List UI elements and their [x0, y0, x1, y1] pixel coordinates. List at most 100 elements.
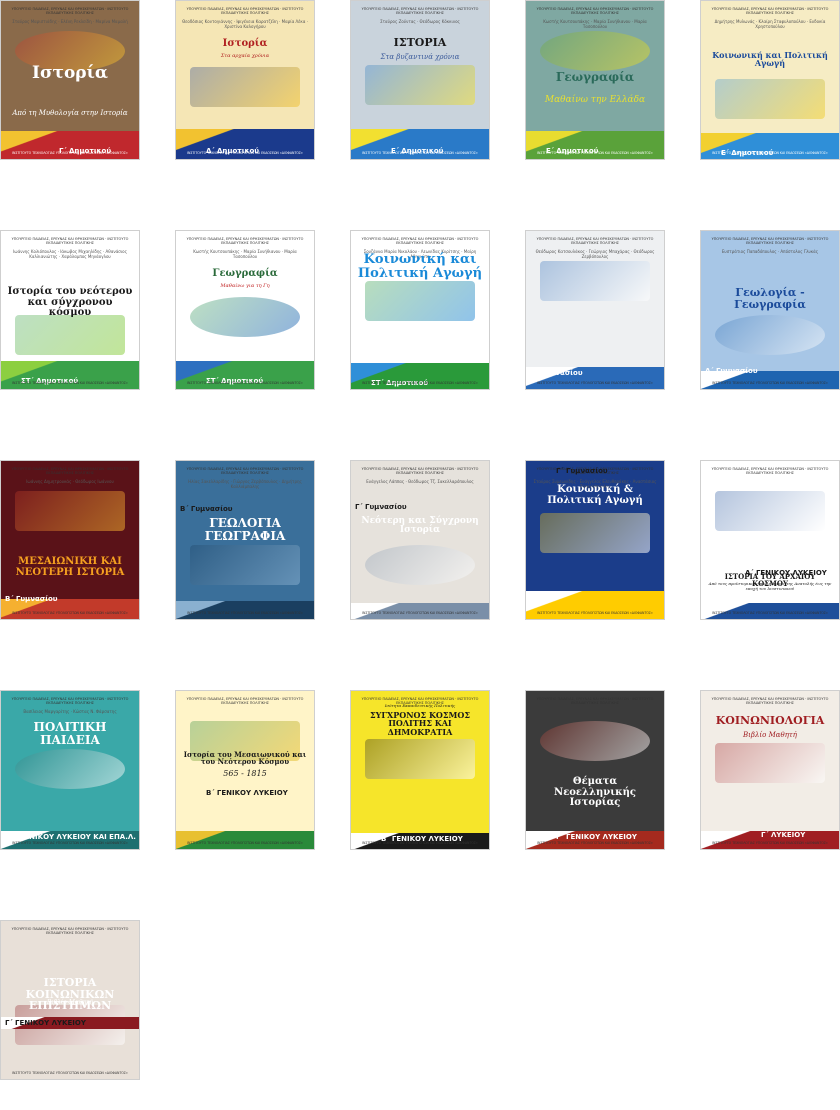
- book-cover[interactable]: ΥΠΟΥΡΓΕΙΟ ΠΑΙΔΕΙΑΣ, ΕΡΕΥΝΑΣ ΚΑΙ ΘΡΗΣΚΕΥΜ…: [175, 690, 315, 850]
- grade-band: [526, 131, 664, 159]
- publisher-header: ΥΠΟΥΡΓΕΙΟ ΠΑΙΔΕΙΑΣ, ΕΡΕΥΝΑΣ ΚΑΙ ΘΡΗΣΚΕΥΜ…: [11, 697, 129, 705]
- book-authors: Σταύρος Ζούντας · Θεόδωρος Κόκκινος: [380, 19, 460, 24]
- book-authors: Ιωάννης Δημητρουκάς · Θεόδωρος Ιωάννου: [26, 479, 114, 484]
- book-cover[interactable]: ΥΠΟΥΡΓΕΙΟ ΠΑΙΔΕΙΑΣ, ΕΡΕΥΝΑΣ ΚΑΙ ΘΡΗΣΚΕΥΜ…: [0, 920, 140, 1080]
- book-authors: Ευστράτιος Παπαδόπουλος · Απόστολος Γλυκ…: [721, 249, 819, 254]
- book-cover[interactable]: ΥΠΟΥΡΓΕΙΟ ΠΑΙΔΕΙΑΣ, ΕΡΕΥΝΑΣ ΚΑΙ ΘΡΗΣΚΕΥΜ…: [175, 0, 315, 160]
- grade-label: Α΄ ΓΕΝΙΚΟΥ ΛΥΚΕΙΟΥ ΚΑΙ ΕΠΑ.Λ.: [9, 833, 136, 841]
- book-subtitle: Βιβλίο Μαθητή: [743, 731, 797, 739]
- book-title: Ιστορία: [32, 63, 108, 83]
- publisher-header: ΥΠΟΥΡΓΕΙΟ ΠΑΙΔΕΙΑΣ, ΕΡΕΥΝΑΣ ΚΑΙ ΘΡΗΣΚΕΥΜ…: [186, 237, 304, 245]
- grade-label: Α΄ ΓΕΝΙΚΟΥ ΛΥΚΕΙΟΥ: [745, 569, 827, 577]
- book-title: Κοινωνική και Πολιτική Αγωγή: [357, 252, 483, 281]
- grade-label: Γ΄ ΓΕΝΙΚΟΥ ΛΥΚΕΙΟΥ: [556, 833, 637, 841]
- book-title: ΚΟΙΝΩΝΙΟΛΟΓΙΑ: [715, 714, 825, 727]
- grade-band: [351, 129, 489, 159]
- book-subtitle: Ισότητα Εκπαιδευτικής Πολιτικής: [384, 703, 456, 708]
- book-subtitle: Μαθαίνω την Ελλάδα: [544, 95, 646, 105]
- book-title: ΙΣΤΟΡΙΑ: [393, 36, 447, 49]
- book-cover[interactable]: ΥΠΟΥΡΓΕΙΟ ΠΑΙΔΕΙΑΣ, ΕΡΕΥΝΑΣ ΚΑΙ ΘΡΗΣΚΕΥΜ…: [0, 230, 140, 390]
- cover-illustration: [15, 491, 125, 531]
- book-subtitle: Στα αρχαία χρόνια: [220, 53, 270, 59]
- book-cover[interactable]: ΥΠΟΥΡΓΕΙΟ ΠΑΙΔΕΙΑΣ, ΕΡΕΥΝΑΣ ΚΑΙ ΘΡΗΣΚΕΥΜ…: [350, 230, 490, 390]
- book-cover[interactable]: ΥΠΟΥΡΓΕΙΟ ΠΑΙΔΕΙΑΣ, ΕΡΕΥΝΑΣ ΚΑΙ ΘΡΗΣΚΕΥΜ…: [700, 230, 840, 390]
- book-cover[interactable]: ΥΠΟΥΡΓΕΙΟ ΠΑΙΔΕΙΑΣ, ΕΡΕΥΝΑΣ ΚΑΙ ΘΡΗΣΚΕΥΜ…: [525, 460, 665, 620]
- cover-illustration: [190, 67, 300, 107]
- publisher-footer: ΙΝΣΤΙΤΟΥΤΟ ΤΕΧΝΟΛΟΓΙΑΣ ΥΠΟΛΟΓΙΣΤΩΝ ΚΑΙ Ε…: [712, 841, 828, 845]
- grade-band: [176, 361, 314, 389]
- book-title: Κοινωνική και Πολιτική Αγωγή: [712, 50, 828, 69]
- book-authors: Ευάγγελος Λάππας · Θεόδωρος Τζ. Σακελλαρ…: [366, 479, 474, 484]
- book-cover[interactable]: ΥΠΟΥΡΓΕΙΟ ΠΑΙΔΕΙΑΣ, ΕΡΕΥΝΑΣ ΚΑΙ ΘΡΗΣΚΕΥΜ…: [700, 690, 840, 850]
- book-title: ΜΕΣΑΙΩΝΙΚΗ ΚΑΙ ΝΕΟΤΕΡΗ ΙΣΤΟΡΙΑ: [15, 556, 125, 578]
- publisher-header: ΥΠΟΥΡΓΕΙΟ ΠΑΙΔΕΙΑΣ, ΕΡΕΥΝΑΣ ΚΑΙ ΘΡΗΣΚΕΥΜ…: [711, 467, 829, 475]
- book-authors: Βασίλειος Μαργαρίτης · Κώστας Ν. Φάρσατη…: [23, 709, 117, 714]
- publisher-header: ΥΠΟΥΡΓΕΙΟ ΠΑΙΔΕΙΑΣ, ΕΡΕΥΝΑΣ ΚΑΙ ΘΡΗΣΚΕΥΜ…: [361, 237, 479, 245]
- cover-illustration: [540, 31, 650, 71]
- grade-label: Β΄ Γυμνασίου: [5, 595, 58, 603]
- publisher-header: ΥΠΟΥΡΓΕΙΟ ΠΑΙΔΕΙΑΣ, ΕΡΕΥΝΑΣ ΚΑΙ ΘΡΗΣΚΕΥΜ…: [711, 237, 829, 245]
- book-title: Γεωλογία - Γεωγραφία: [734, 286, 806, 311]
- book-cover[interactable]: ΥΠΟΥΡΓΕΙΟ ΠΑΙΔΕΙΑΣ, ΕΡΕΥΝΑΣ ΚΑΙ ΘΡΗΣΚΕΥΜ…: [0, 690, 140, 850]
- book-subtitle: 565 - 1815: [223, 769, 267, 778]
- publisher-footer: ΙΝΣΤΙΤΟΥΤΟ ΤΕΧΝΟΛΟΓΙΑΣ ΥΠΟΛΟΓΙΣΤΩΝ ΚΑΙ Ε…: [362, 151, 478, 155]
- publisher-header: ΥΠΟΥΡΓΕΙΟ ΠΑΙΔΕΙΑΣ, ΕΡΕΥΝΑΣ ΚΑΙ ΘΡΗΣΚΕΥΜ…: [186, 467, 304, 475]
- cover-illustration: [540, 261, 650, 301]
- publisher-header: ΥΠΟΥΡΓΕΙΟ ΠΑΙΔΕΙΑΣ, ΕΡΕΥΝΑΣ ΚΑΙ ΘΡΗΣΚΕΥΜ…: [536, 237, 654, 245]
- book-title: ΣΥΓΧΡΟΝΟΣ ΚΟΣΜΟΣ ΠΟΛΙΤΗΣ ΚΑΙ ΔΗΜΟΚΡΑΤΙΑ: [369, 710, 471, 737]
- book-cover[interactable]: ΥΠΟΥΡΓΕΙΟ ΠΑΙΔΕΙΑΣ, ΕΡΕΥΝΑΣ ΚΑΙ ΘΡΗΣΚΕΥΜ…: [175, 460, 315, 620]
- book-title: Νεότερη και Σύγχρονη Ιστορία: [361, 516, 479, 536]
- publisher-footer: ΙΝΣΤΙΤΟΥΤΟ ΤΕΧΝΟΛΟΓΙΑΣ ΥΠΟΛΟΓΙΣΤΩΝ ΚΑΙ Ε…: [712, 381, 828, 385]
- grade-label: Α΄ Γυμνασίου: [530, 369, 583, 377]
- cover-illustration: [190, 545, 300, 585]
- publisher-header: ΥΠΟΥΡΓΕΙΟ ΠΑΙΔΕΙΑΣ, ΕΡΕΥΝΑΣ ΚΑΙ ΘΡΗΣΚΕΥΜ…: [186, 7, 304, 15]
- publisher-header: ΥΠΟΥΡΓΕΙΟ ΠΑΙΔΕΙΑΣ, ΕΡΕΥΝΑΣ ΚΑΙ ΘΡΗΣΚΕΥΜ…: [711, 697, 829, 705]
- grade-label: Γ΄ ΓΕΝΙΚΟΥ ΛΥΚΕΙΟΥ: [5, 1019, 86, 1027]
- publisher-header: ΥΠΟΥΡΓΕΙΟ ΠΑΙΔΕΙΑΣ, ΕΡΕΥΝΑΣ ΚΑΙ ΘΡΗΣΚΕΥΜ…: [536, 697, 654, 705]
- book-authors: Κωστής Κουτσουπάκης · Μαρία Συνήθιανου ·…: [193, 249, 297, 259]
- book-cover[interactable]: ΥΠΟΥΡΓΕΙΟ ΠΑΙΔΕΙΑΣ, ΕΡΕΥΝΑΣ ΚΑΙ ΘΡΗΣΚΕΥΜ…: [350, 0, 490, 160]
- book-title: ΙΣΤΟΡΙΑ ΚΟΙΝΩΝΙΚΩΝ ΕΠΙΣΤΗΜΩΝ: [25, 976, 115, 1013]
- publisher-footer: ΙΝΣΤΙΤΟΥΤΟ ΤΕΧΝΟΛΟΓΙΑΣ ΥΠΟΛΟΓΙΣΤΩΝ ΚΑΙ Ε…: [362, 611, 478, 615]
- publisher-footer: ΙΝΣΤΙΤΟΥΤΟ ΤΕΧΝΟΛΟΓΙΑΣ ΥΠΟΛΟΓΙΣΤΩΝ ΚΑΙ Ε…: [537, 381, 653, 385]
- publisher-footer: ΙΝΣΤΙΤΟΥΤΟ ΤΕΧΝΟΛΟΓΙΑΣ ΥΠΟΛΟΓΙΣΤΩΝ ΚΑΙ Ε…: [12, 151, 128, 155]
- cover-illustration: [715, 743, 825, 783]
- publisher-header: ΥΠΟΥΡΓΕΙΟ ΠΑΙΔΕΙΑΣ, ΕΡΕΥΝΑΣ ΚΑΙ ΘΡΗΣΚΕΥΜ…: [11, 237, 129, 245]
- publisher-footer: ΙΝΣΤΙΤΟΥΤΟ ΤΕΧΝΟΛΟΓΙΑΣ ΥΠΟΛΟΓΙΣΤΩΝ ΚΑΙ Ε…: [187, 151, 303, 155]
- book-authors: Σταύρος Μαριστιάδης · Ελένη Ρεκλείδη · Μ…: [12, 19, 128, 24]
- book-cover[interactable]: ΥΠΟΥΡΓΕΙΟ ΠΑΙΔΕΙΑΣ, ΕΡΕΥΝΑΣ ΚΑΙ ΘΡΗΣΚΕΥΜ…: [525, 230, 665, 390]
- publisher-footer: ΙΝΣΤΙΤΟΥΤΟ ΤΕΧΝΟΛΟΓΙΑΣ ΥΠΟΛΟΓΙΣΤΩΝ ΚΑΙ Ε…: [12, 381, 128, 385]
- book-cover[interactable]: ΥΠΟΥΡΓΕΙΟ ΠΑΙΔΕΙΑΣ, ΕΡΕΥΝΑΣ ΚΑΙ ΘΡΗΣΚΕΥΜ…: [0, 0, 140, 160]
- book-cover[interactable]: ΥΠΟΥΡΓΕΙΟ ΠΑΙΔΕΙΑΣ, ΕΡΕΥΝΑΣ ΚΑΙ ΘΡΗΣΚΕΥΜ…: [350, 460, 490, 620]
- book-cover[interactable]: ΥΠΟΥΡΓΕΙΟ ΠΑΙΔΕΙΑΣ, ΕΡΕΥΝΑΣ ΚΑΙ ΘΡΗΣΚΕΥΜ…: [525, 690, 665, 850]
- cover-illustration: [15, 749, 125, 789]
- cover-illustration: [365, 65, 475, 105]
- cover-illustration: [540, 513, 650, 553]
- book-authors: Ηλίας Σακελλαρίδης · Γιώργος Ζερβόπουλος…: [188, 479, 302, 489]
- cover-illustration: [365, 739, 475, 779]
- book-authors: Ιωάννης Κολιόπουλος · Ιάκωβος Μιχαηλίδης…: [13, 249, 127, 259]
- grade-label: Γ΄ Γυμνασίου: [556, 467, 608, 475]
- book-title: Γεωγραφία: [212, 268, 278, 279]
- grade-label: Γ΄ ΛΥΚΕΙΟΥ: [761, 831, 806, 839]
- publisher-footer: ΙΝΣΤΙΤΟΥΤΟ ΤΕΧΝΟΛΟΓΙΑΣ ΥΠΟΛΟΓΙΣΤΩΝ ΚΑΙ Ε…: [187, 841, 303, 845]
- grade-band: [526, 591, 664, 619]
- book-cover[interactable]: ΥΠΟΥΡΓΕΙΟ ΠΑΙΔΕΙΑΣ, ΕΡΕΥΝΑΣ ΚΑΙ ΘΡΗΣΚΕΥΜ…: [700, 460, 840, 620]
- publisher-footer: ΙΝΣΤΙΤΟΥΤΟ ΤΕΧΝΟΛΟΓΙΑΣ ΥΠΟΛΟΓΙΣΤΩΝ ΚΑΙ Ε…: [537, 151, 653, 155]
- grade-label: Α΄ Γυμνασίου: [705, 367, 758, 375]
- book-subtitle: Στα βυζαντινά χρόνια: [380, 53, 460, 61]
- cover-illustration: [365, 545, 475, 585]
- publisher-footer: ΙΝΣΤΙΤΟΥΤΟ ΤΕΧΝΟΛΟΓΙΑΣ ΥΠΟΛΟΓΙΣΤΩΝ ΚΑΙ Ε…: [712, 151, 828, 155]
- cover-illustration: [715, 79, 825, 119]
- book-subtitle: Από τους προϊστορικούς πολιτισμούς της Α…: [708, 581, 832, 591]
- book-cover[interactable]: ΥΠΟΥΡΓΕΙΟ ΠΑΙΔΕΙΑΣ, ΕΡΕΥΝΑΣ ΚΑΙ ΘΡΗΣΚΕΥΜ…: [700, 0, 840, 160]
- publisher-header: ΥΠΟΥΡΓΕΙΟ ΠΑΙΔΕΙΑΣ, ΕΡΕΥΝΑΣ ΚΑΙ ΘΡΗΣΚΕΥΜ…: [361, 467, 479, 475]
- publisher-header: ΥΠΟΥΡΓΕΙΟ ΠΑΙΔΕΙΑΣ, ΕΡΕΥΝΑΣ ΚΑΙ ΘΡΗΣΚΕΥΜ…: [11, 467, 129, 475]
- publisher-footer: ΙΝΣΤΙΤΟΥΤΟ ΤΕΧΝΟΛΟΓΙΑΣ ΥΠΟΛΟΓΙΣΤΩΝ ΚΑΙ Ε…: [12, 841, 128, 845]
- book-cover[interactable]: ΥΠΟΥΡΓΕΙΟ ΠΑΙΔΕΙΑΣ, ΕΡΕΥΝΑΣ ΚΑΙ ΘΡΗΣΚΕΥΜ…: [175, 230, 315, 390]
- book-title: Ιστορία του Μεσαιωνικού και του Νεότερου…: [183, 750, 307, 767]
- cover-illustration: [190, 297, 300, 337]
- book-cover[interactable]: ΥΠΟΥΡΓΕΙΟ ΠΑΙΔΕΙΑΣ, ΕΡΕΥΝΑΣ ΚΑΙ ΘΡΗΣΚΕΥΜ…: [350, 690, 490, 850]
- book-cover[interactable]: ΥΠΟΥΡΓΕΙΟ ΠΑΙΔΕΙΑΣ, ΕΡΕΥΝΑΣ ΚΑΙ ΘΡΗΣΚΕΥΜ…: [525, 0, 665, 160]
- book-cover[interactable]: ΥΠΟΥΡΓΕΙΟ ΠΑΙΔΕΙΑΣ, ΕΡΕΥΝΑΣ ΚΑΙ ΘΡΗΣΚΕΥΜ…: [0, 460, 140, 620]
